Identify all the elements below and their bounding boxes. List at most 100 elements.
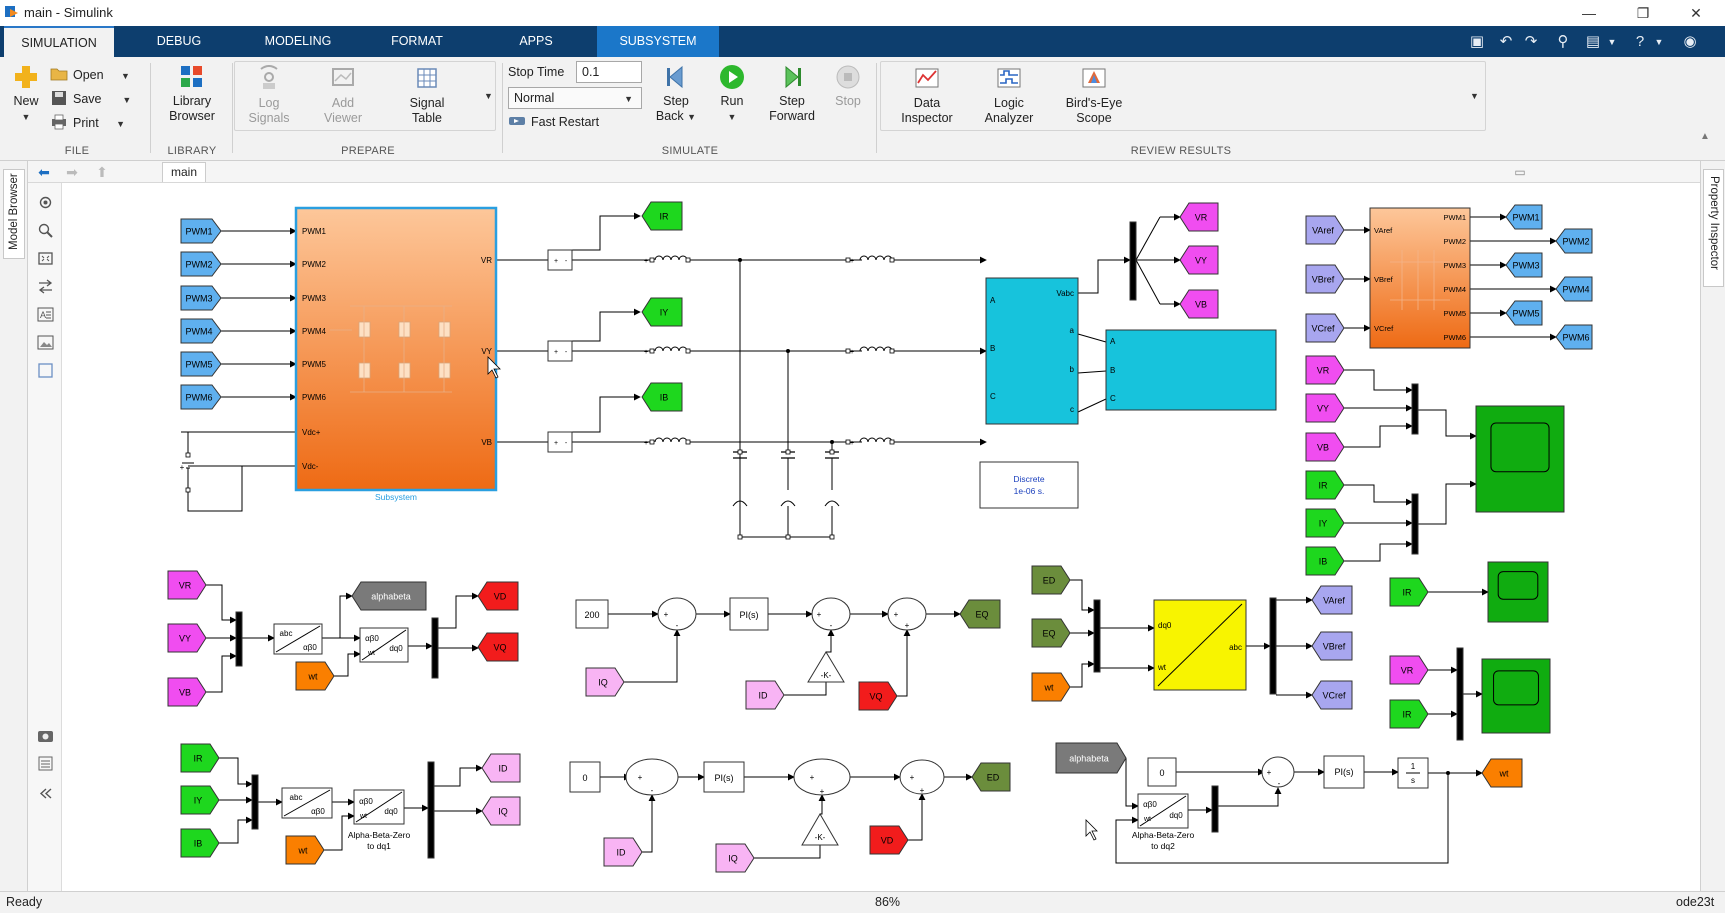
signal-table-button[interactable]: Signal Table [392,65,462,126]
hide-palette-icon[interactable]: ▭ [1512,164,1528,180]
hide-show-icon[interactable] [37,195,54,210]
goto-tag-ed-label: ED [987,773,1000,783]
signal-line [206,584,237,624]
up-arrow-icon[interactable]: ⬆ [94,164,110,180]
screenshot-icon[interactable] [37,728,54,743]
tab-subsystem-block[interactable]: SUBSYSTEM BLOCK [597,26,719,79]
simulate-section-label: SIMULATE [661,145,719,157]
signal-line [1077,398,1107,413]
image-icon[interactable] [37,335,54,350]
review-gallery-dropdown-icon[interactable]: ▼ [1470,91,1479,101]
simulink-block-diagram[interactable]: Subsystem PWM1 PWM2 PWM3 PWM4 PWM5 PWM6 Vdc+ Vdc… [62,183,1700,902]
tab-format[interactable]: FORMAT [362,26,472,57]
fast-restart-button[interactable]: Fast Restart [508,111,599,133]
redo-icon[interactable]: ↷ [1521,32,1541,52]
collapse-palette-icon[interactable] [37,786,54,801]
zoom-icon[interactable] [37,223,54,238]
signal-line [1070,660,1095,688]
stop-time-input[interactable]: 0.1 [576,61,642,83]
new-button[interactable]: New ▼ [6,63,46,125]
switch-glyph [358,321,371,338]
id-mux[interactable] [251,774,259,830]
model-data-icon[interactable] [37,756,54,771]
close-button[interactable]: ✕ [1673,0,1719,26]
log-signals-button[interactable]: Log Signals [234,65,304,126]
goto-tag-pwm3-label: PWM3 [1513,261,1540,271]
status-bar: Ready 86% ode23t [0,891,1725,913]
forward-arrow-icon[interactable]: ➡ [64,164,80,180]
pwm-gen-input-port: VAref [1374,226,1393,235]
breadcrumb[interactable]: main [162,162,207,182]
scope1-v-mux[interactable] [1411,383,1419,435]
search-icon[interactable]: ⚲ [1553,32,1573,52]
step-back-button[interactable]: Step Back ▼ [654,63,698,125]
signal-arrows-icon[interactable] [37,279,54,294]
birds-eye-scope-button[interactable]: Bird's-Eye Scope [1054,65,1134,126]
collapse-toolstrip-icon[interactable]: ▲ [1700,131,1710,142]
switch-glyph [438,362,451,379]
qat-dropdown-icon[interactable]: ▼ [1602,32,1622,52]
ab0-label: αβ0 [365,634,379,643]
stop-button[interactable]: Stop [830,63,866,109]
print-button[interactable]: Print ▼ [50,112,125,134]
three-phase-load[interactable] [1105,329,1277,411]
inverter-subsystem[interactable] [294,206,498,492]
sum-sign: + [820,787,825,796]
v-mux[interactable] [1129,221,1137,301]
help-icon[interactable]: ? [1630,32,1650,52]
scope3-mux[interactable] [1456,647,1464,741]
sum-sign: + [817,610,822,619]
from-tag-pwm3-label: PWM3 [186,294,213,304]
model-canvas[interactable]: Subsystem PWM1 PWM2 PWM3 PWM4 PWM5 PWM6 Vdc+ Vdc… [62,183,1700,902]
area-icon[interactable] [37,363,54,378]
annotation-icon[interactable]: A [37,307,54,322]
open-button[interactable]: Open ▼ [50,64,130,86]
tab-apps[interactable]: APPS [481,26,591,57]
pwm-gen-output-port: PWM4 [1444,285,1467,294]
pll-demux[interactable] [1211,785,1219,833]
undo-icon[interactable]: ↶ [1496,32,1516,52]
library-browser-button[interactable]: Library Browser [158,63,226,124]
goto-tag-vbref-label: VBref [1323,642,1346,652]
dq0-label: dq0 [384,807,398,816]
simulation-mode-select[interactable]: Normal ▼ [508,87,642,109]
step-forward-button[interactable]: Step Forward [766,63,818,124]
scope-vi[interactable] [1475,405,1565,513]
three-phase-vi-measurement[interactable] [985,277,1079,425]
data-inspector-button[interactable]: Data Inspector [890,65,964,126]
tab-debug[interactable]: DEBUG [124,26,234,57]
scope-vr-ir[interactable] [1481,658,1551,734]
save-button[interactable]: Save ▼ [50,88,131,110]
current-measurement-1[interactable] [547,340,573,362]
signal-line [1077,333,1107,343]
wt-label: wt [367,650,375,657]
logic-analyzer-button[interactable]: Logic Analyzer [972,65,1046,126]
fit-to-view-icon[interactable] [37,251,54,266]
from-tag-vb-label: VB [179,688,191,698]
property-inspector-tab[interactable]: Property Inspector [1703,169,1724,287]
help-dropdown-icon[interactable]: ▼ [1649,32,1669,52]
goto-tag-vcref-label: VCref [1322,691,1346,701]
vd-demux[interactable] [431,617,439,679]
current-measurement-0[interactable] [547,249,573,271]
vd-mux[interactable] [235,611,243,667]
minimize-button[interactable]: — [1566,0,1612,26]
tab-simulation[interactable]: SIMULATION [4,26,114,57]
customize-icon[interactable]: ▤ [1583,32,1603,52]
model-browser-tab[interactable]: Model Browser [3,169,25,259]
back-arrow-icon[interactable]: ⬅ [36,164,52,180]
collapse-ribbon-icon[interactable]: ◉ [1680,32,1700,52]
dq-mux[interactable] [1093,599,1101,673]
save-icon[interactable]: ▣ [1467,32,1487,52]
scope-ir[interactable] [1487,561,1549,623]
abc-demux[interactable] [1269,597,1277,695]
scope1-i-mux[interactable] [1411,493,1419,555]
id-demux[interactable] [427,761,435,859]
tab-modeling[interactable]: MODELING [243,26,353,57]
current-measurement-2[interactable] [547,431,573,453]
powergui-block[interactable] [979,461,1079,509]
add-viewer-button[interactable]: Add Viewer [308,65,378,126]
prepare-gallery-dropdown-icon[interactable]: ▼ [484,91,493,101]
maximize-button[interactable]: ❐ [1620,0,1666,26]
run-button[interactable]: Run ▼ [712,63,752,125]
